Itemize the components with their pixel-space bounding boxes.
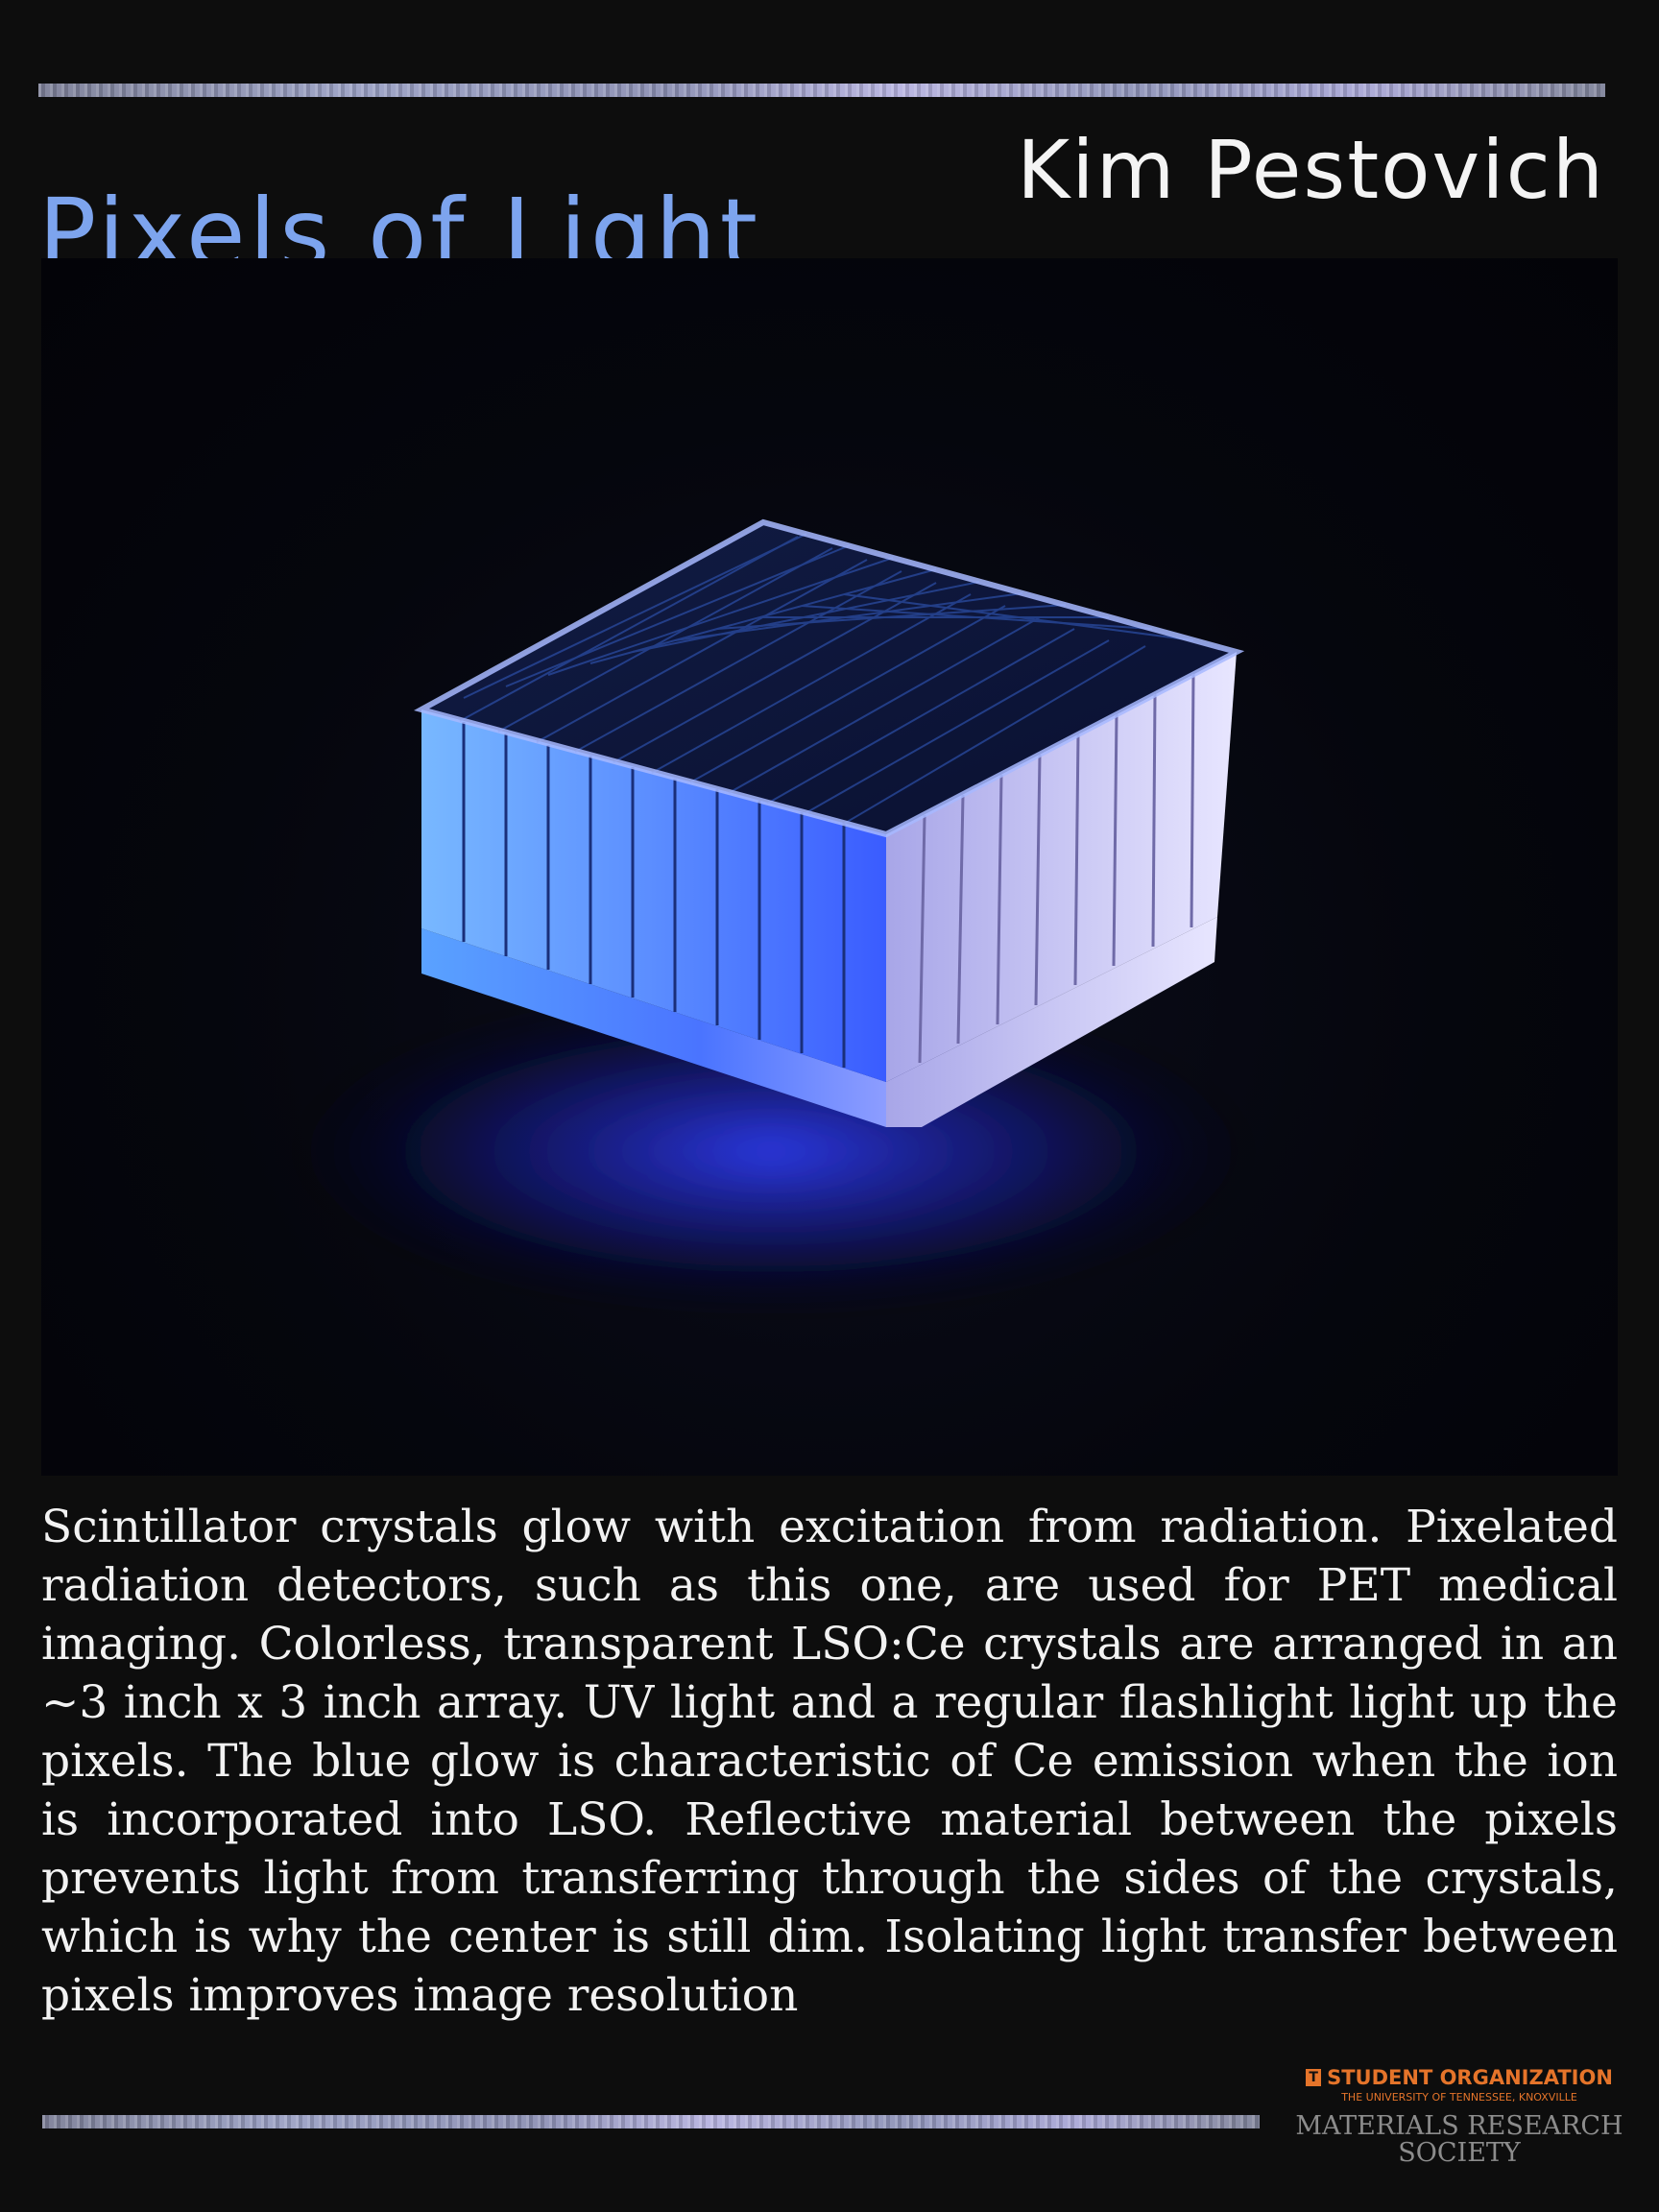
logo-society-name: MATERIALS RESEARCH SOCIETY [1295, 2111, 1623, 2168]
logo-org-line: T STUDENT ORGANIZATION [1277, 2066, 1642, 2089]
bottom-decorative-bar [42, 2115, 1260, 2128]
author-name: Kim Pestovich [1017, 123, 1605, 217]
scintillator-photo [41, 258, 1618, 1476]
mrs-logo: T STUDENT ORGANIZATION THE UNIVERSITY OF… [1277, 2066, 1642, 2167]
logo-org-label: STUDENT ORGANIZATION [1327, 2066, 1613, 2089]
top-decorative-bar [38, 84, 1605, 97]
ut-power-t-icon: T [1306, 2069, 1322, 2086]
caption-text: Scintillator crystals glow with excitati… [41, 1501, 1618, 2022]
logo-university: THE UNIVERSITY OF TENNESSEE, KNOXVILLE [1341, 2091, 1577, 2104]
